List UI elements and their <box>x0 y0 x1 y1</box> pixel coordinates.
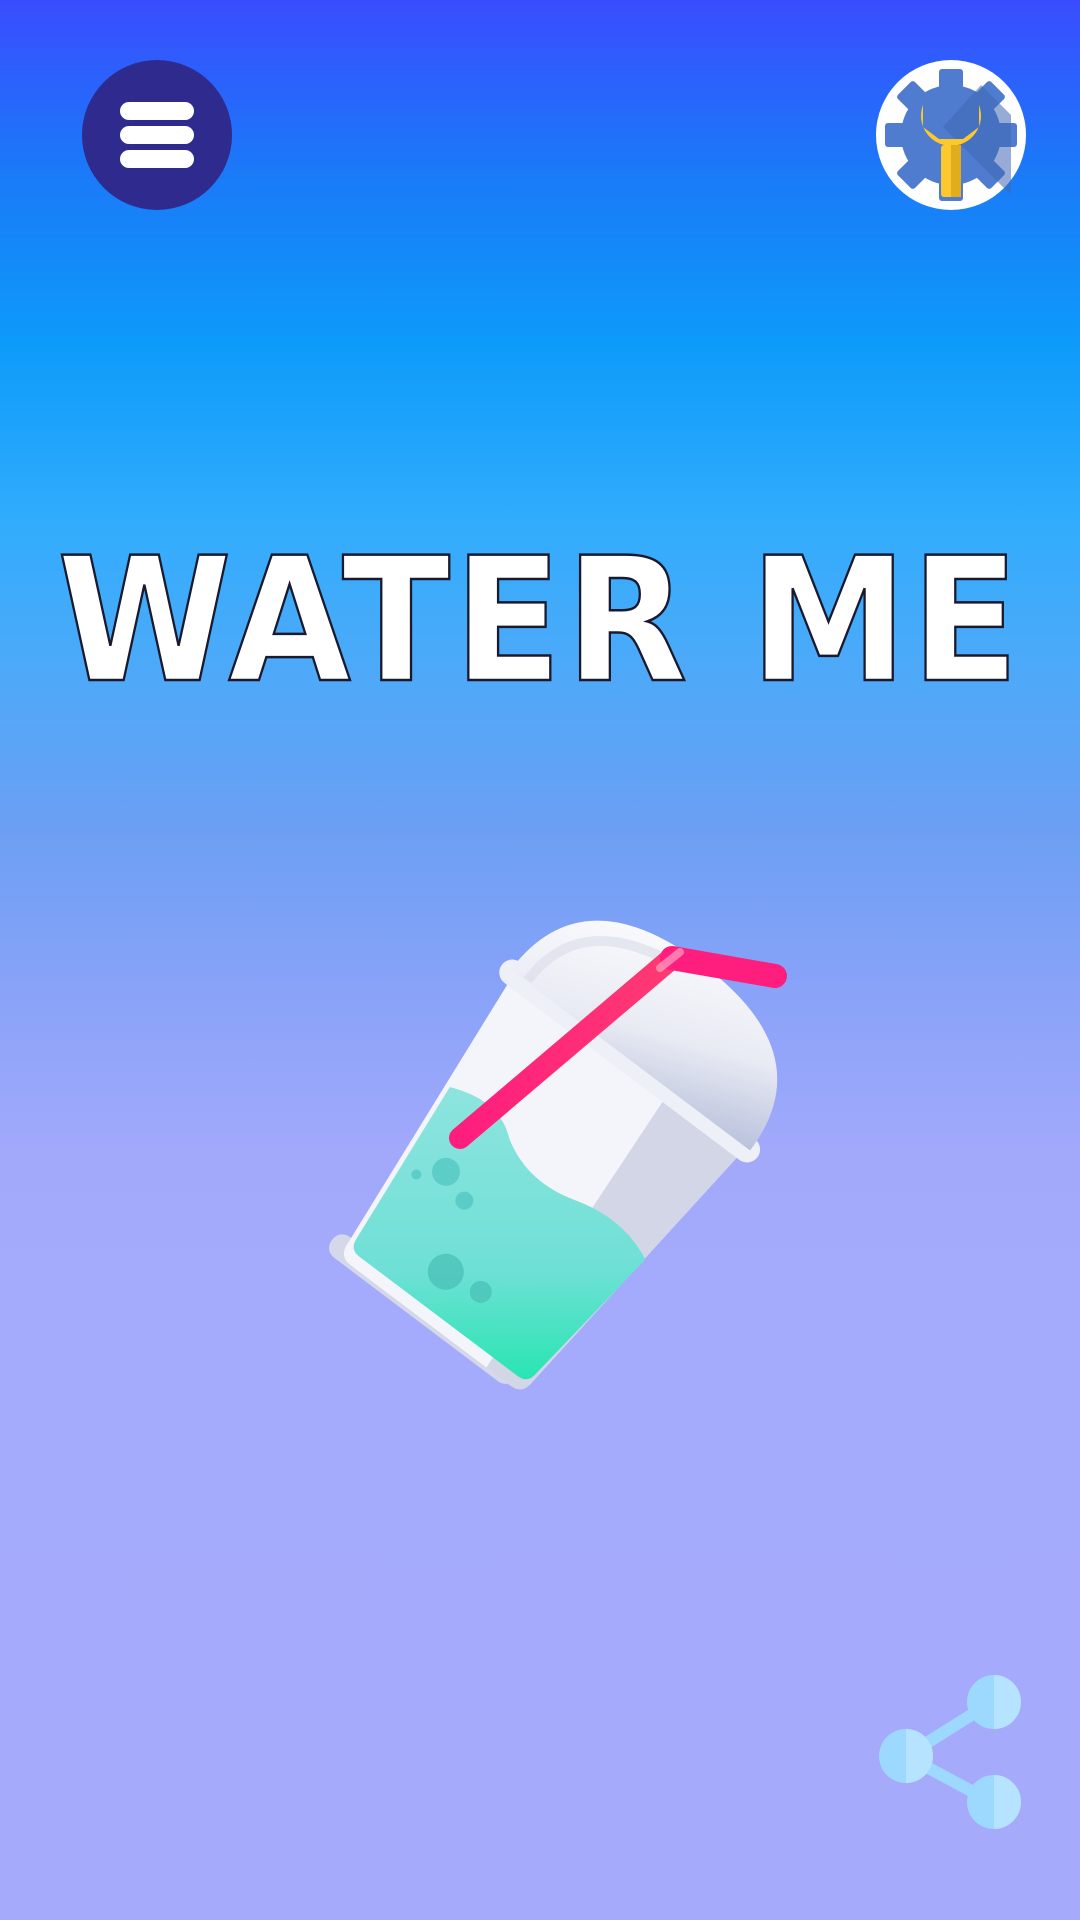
settings-button[interactable] <box>876 60 1026 210</box>
settings-wrench-gear-icon <box>885 69 1017 201</box>
game-title: WATER ME <box>56 519 1023 723</box>
hamburger-menu-icon <box>120 102 194 168</box>
cup-with-straw-illustration <box>260 900 820 1460</box>
share-button[interactable] <box>870 1670 1030 1830</box>
share-icon <box>879 1675 1021 1829</box>
menu-button[interactable] <box>82 60 232 210</box>
